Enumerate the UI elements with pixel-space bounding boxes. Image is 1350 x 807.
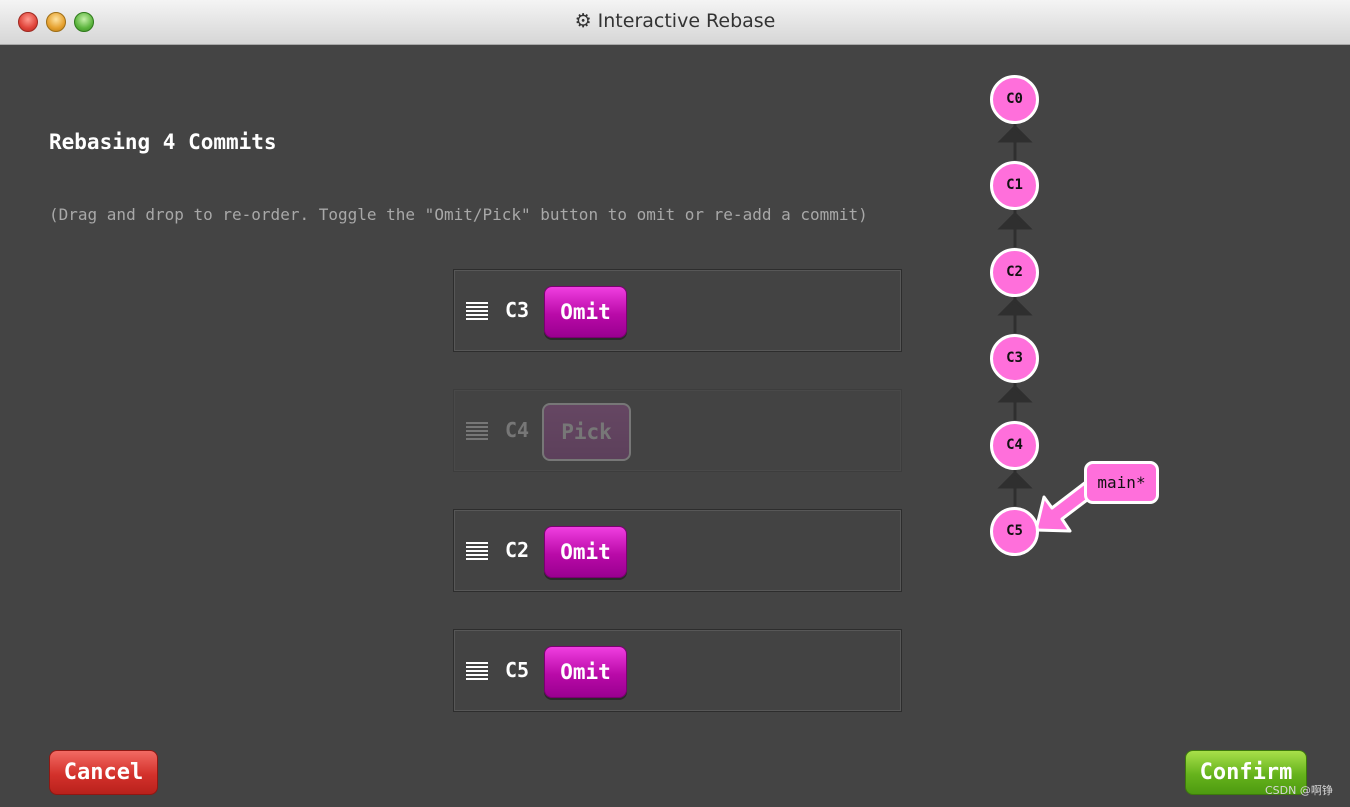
edge-arrow-icon — [997, 470, 1033, 489]
edge-arrow-icon — [997, 211, 1033, 230]
cancel-button[interactable]: Cancel — [49, 750, 158, 795]
graph-node-c2: C2 — [990, 248, 1039, 297]
graph-node-c3: C3 — [990, 334, 1039, 383]
edge-arrow-icon — [997, 384, 1033, 403]
graph-node-c1: C1 — [990, 161, 1039, 210]
graph-node-c0: C0 — [990, 75, 1039, 124]
graph-node-c5: C5 — [990, 507, 1039, 556]
graph-node-c4: C4 — [990, 421, 1039, 470]
commit-graph-edges — [997, 124, 1097, 533]
watermark: CSDN @啊铮 — [1265, 784, 1333, 797]
edge-arrow-icon — [997, 124, 1033, 143]
branch-label-main: main* — [1084, 461, 1159, 504]
edge-arrow-icon — [997, 297, 1033, 316]
